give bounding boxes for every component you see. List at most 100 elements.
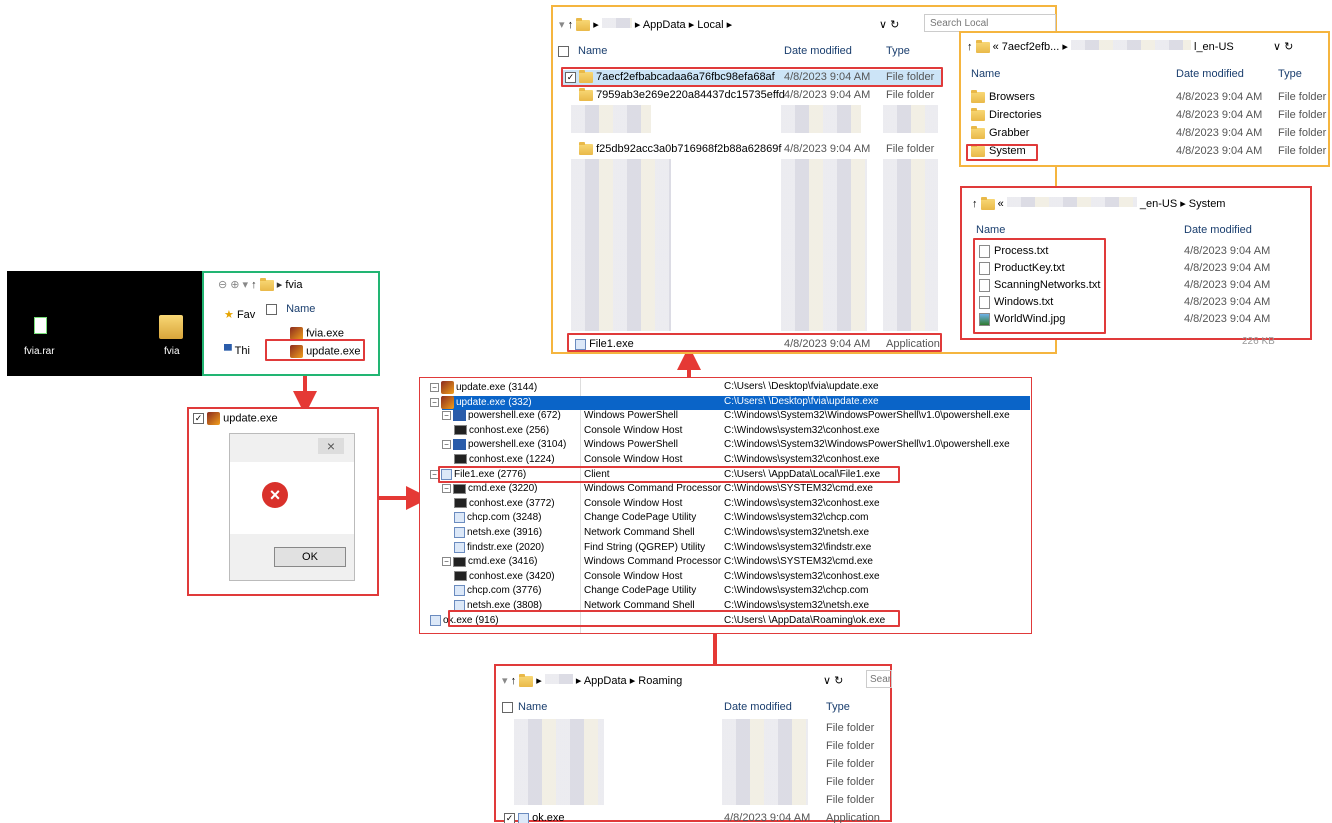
local-search-input[interactable]: Search Local [924,14,1056,32]
process-name[interactable]: conhost.exe (3772) [454,498,555,509]
process-icon [454,585,465,597]
process-name[interactable]: − cmd.exe (3416) [442,556,537,567]
process-name[interactable]: − update.exe (3144) [430,381,537,394]
refresh-icon[interactable]: ↻ [890,19,899,31]
sub-refresh[interactable]: ∨ ↻ [1273,40,1293,53]
sub-col-name[interactable]: Name [971,68,1000,80]
process-name[interactable]: conhost.exe (3420) [454,571,555,582]
folder-name: Browsers [989,91,1035,103]
tree-expand-icon[interactable]: − [442,484,451,494]
local-row-3[interactable]: f25db92acc3a0b716968f2b88a62869f [579,141,781,155]
tree-expand-icon[interactable]: − [442,440,451,450]
process-name[interactable]: − powershell.exe (672) [442,410,561,421]
small-col-name[interactable]: Name [266,303,315,315]
row-checkbox[interactable]: ✓ [504,812,515,823]
dialog-close-button[interactable]: × [318,438,344,454]
col-date[interactable]: Date modified [784,45,852,57]
process-path: C:\Windows\system32\chcp.com [724,585,869,597]
process-name[interactable]: − cmd.exe (3220) [442,483,537,494]
folder-icon [519,673,534,687]
redacted-path [1070,40,1191,50]
dialog-title-bar: ✓ update.exe [193,412,278,425]
folder-type: File folder [826,722,875,734]
sub-col-date[interactable]: Date modified [1176,68,1244,80]
process-name[interactable]: − update.exe (332) [430,395,532,409]
rar-file-icon[interactable] [34,317,47,334]
sub-explorer: ↑ « 7aecf2efb... ▸ l_en-US ∨ ↻ Name Date… [959,31,1330,167]
file-date: 4/8/2023 9:04 AM [1184,279,1271,291]
process-name[interactable]: netsh.exe (3916) [454,527,542,538]
tree-expand-icon[interactable]: − [430,397,439,407]
process-path: C:\Users\ \Desktop\fvia\update.exe [724,395,879,407]
back-icon[interactable]: ⊖ [218,279,227,291]
file-date: 4/8/2023 9:04 AM [1184,262,1271,274]
process-name[interactable]: conhost.exe (256) [454,425,549,436]
up-arrow-icon[interactable]: ↑ [568,19,574,31]
process-name[interactable]: findstr.exe (2020) [454,541,544,553]
tree-expand-icon[interactable]: − [442,411,451,421]
nav-favorites[interactable]: ★ Fav [224,308,255,321]
dialog-ok-button[interactable]: OK [274,547,346,567]
process-label: conhost.exe (3420) [469,570,555,582]
process-desc: Change CodePage Utility [584,585,697,597]
folder-type: File folder [1278,145,1327,157]
process-name[interactable]: − powershell.exe (3104) [442,439,566,451]
console-icon [454,498,467,509]
system-nav-bar: ↑ « _en-US ▸ System [972,196,1226,210]
process-label: chcp.com (3776) [467,585,542,597]
process-name[interactable]: chcp.com (3776) [454,585,542,597]
local-row-2[interactable]: 7959ab3e269e220a84437dc15735effd [579,87,785,101]
highlight-file1-process [438,466,900,483]
up-arrow-icon[interactable]: ↑ [251,279,257,291]
redacted-user [544,674,573,684]
roaming-refresh[interactable]: ∨ ↻ [823,674,843,687]
select-all-checkbox[interactable] [266,303,277,315]
up-arrow-icon[interactable]: ↑ [967,41,973,53]
process-name[interactable]: conhost.exe (1224) [454,454,555,465]
select-all-checkbox[interactable] [558,45,569,57]
roaming-explorer: ▾ ↑ ▸ ▸ AppData ▸ Roaming ∨ ↻ Sear Name … [494,664,892,823]
folder-type: File folder [826,758,875,770]
refresh-icon[interactable]: ↻ [1284,41,1293,53]
col-type[interactable]: Type [826,701,850,713]
process-name[interactable]: chcp.com (3248) [454,512,541,524]
dialog-body [230,462,354,534]
col-name[interactable]: Name [578,45,607,57]
up-arrow-icon[interactable]: ↑ [511,675,517,687]
sub-folder-row[interactable]: Grabber [971,125,1029,139]
system-col-date[interactable]: Date modified [1184,224,1252,236]
process-icon [454,541,465,553]
col-name[interactable]: Name [518,701,547,713]
process-desc: Console Window Host [584,570,683,582]
roaming-ok-row[interactable]: ✓ ok.exe [504,812,565,823]
highlight-update-exe [265,339,365,361]
nav-this-pc[interactable]: ▀ Thi [224,345,250,357]
up-arrow-icon[interactable]: ↑ [972,198,978,210]
col-date[interactable]: Date modified [724,701,792,713]
folder-icon [971,107,985,121]
sub-folder-row[interactable]: Browsers [971,89,1035,103]
desktop-folder-icon[interactable] [159,315,183,339]
dialog-checkbox[interactable]: ✓ [193,413,204,424]
folder-type: File folder [826,740,875,752]
select-all-checkbox[interactable] [502,701,513,713]
file-date: 4/8/2023 9:04 AM [1184,245,1271,257]
system-col-name[interactable]: Name [976,224,1005,236]
forward-icon[interactable]: ⊕ [230,279,239,291]
sub-folder-row[interactable]: Directories [971,107,1042,121]
app-icon [441,395,454,409]
roaming-ok-date: 4/8/2023 9:04 AM [724,812,811,823]
error-dialog: × × OK [229,433,355,581]
local-row-3-type: File folder [886,143,935,155]
sub-col-type[interactable]: Type [1278,68,1302,80]
refresh-icon[interactable]: ↻ [834,675,843,687]
redacted-rows [722,719,808,805]
highlight-system-files [973,238,1106,334]
col-type[interactable]: Type [886,45,910,57]
local-refresh[interactable]: ∨ ↻ [879,18,899,31]
tree-expand-icon[interactable]: − [430,383,439,392]
roaming-search-input[interactable]: Sear [866,670,892,688]
folder-icon [975,39,990,53]
tree-expand-icon[interactable]: − [442,557,451,567]
folder-type: File folder [1278,127,1327,139]
